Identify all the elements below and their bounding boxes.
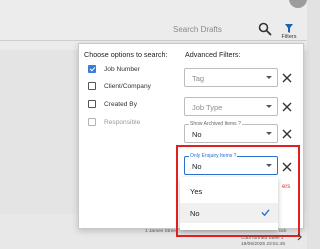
divider xyxy=(0,40,307,41)
option-label: Created By xyxy=(104,100,137,108)
chevron-right-icon[interactable] xyxy=(297,233,303,241)
row-timestamp: 19/06/2025 23:51:45 xyxy=(241,242,286,247)
filters-button[interactable]: Filters xyxy=(279,24,299,40)
option-responsible: Responsible xyxy=(88,116,140,128)
chevron-down-icon xyxy=(266,132,272,135)
show-archived-value: No xyxy=(192,130,202,139)
chevron-down-icon xyxy=(266,105,272,108)
close-icon[interactable] xyxy=(282,102,292,112)
option-client-company[interactable]: Client/Company xyxy=(88,80,151,92)
option-label: Client/Company xyxy=(104,82,151,90)
checkbox[interactable] xyxy=(88,65,96,73)
option-created-by[interactable]: Created By xyxy=(88,98,137,110)
highlight-box xyxy=(176,145,300,237)
row-person: Cobi formed Steel 1 xyxy=(241,236,284,241)
tag-placeholder: Tag xyxy=(192,74,205,83)
advanced-heading: Advanced Filters: xyxy=(185,50,241,59)
funnel-icon xyxy=(285,24,293,33)
search-input[interactable]: Search Drafts xyxy=(173,25,222,34)
close-icon[interactable] xyxy=(282,129,292,139)
show-archived-label: Show Archived Items ? xyxy=(189,121,242,127)
job-type-select[interactable]: Job Type xyxy=(184,97,278,116)
row-fragment: ock xyxy=(279,229,287,234)
checkbox[interactable] xyxy=(88,82,96,90)
option-label: Responsible xyxy=(104,118,141,126)
search-icon[interactable] xyxy=(258,22,272,36)
job-type-placeholder: Job Type xyxy=(192,103,223,112)
checkbox xyxy=(88,118,96,126)
close-icon[interactable] xyxy=(282,73,292,83)
row-address: 1 James Stree xyxy=(145,229,176,234)
tag-select[interactable]: Tag xyxy=(184,68,278,87)
option-job-number[interactable]: Job Number xyxy=(88,63,140,75)
show-archived-select[interactable]: Show Archived Items ? No xyxy=(184,121,278,143)
checkbox[interactable] xyxy=(88,100,96,108)
filters-label: Filters xyxy=(281,34,297,40)
options-heading: Choose options to search: xyxy=(84,50,168,59)
option-label: Job Number xyxy=(104,65,140,73)
chevron-down-icon xyxy=(266,76,272,79)
